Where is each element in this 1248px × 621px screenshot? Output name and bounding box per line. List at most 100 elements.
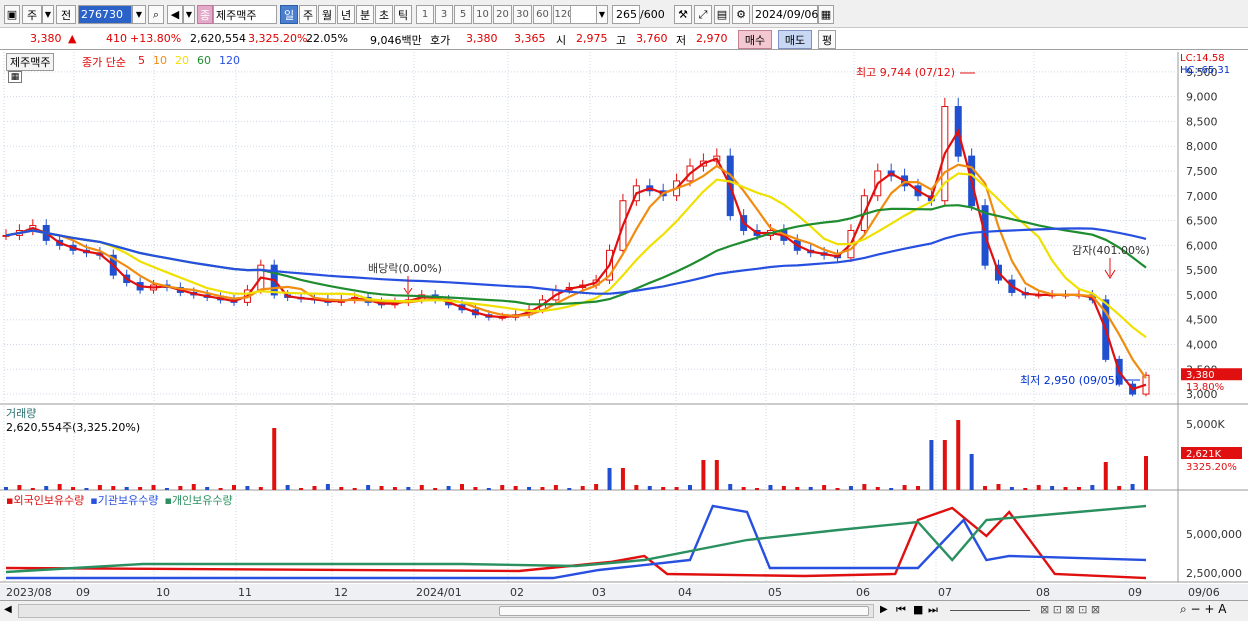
minute-button[interactable]: 1 — [416, 5, 434, 24]
volume-bar — [1050, 486, 1055, 490]
x-tick-label: 2024/01 — [416, 586, 462, 599]
speaker-icon[interactable]: ◀ — [167, 5, 183, 24]
bid-label: 호가 — [430, 34, 451, 47]
volume-bar — [594, 484, 599, 490]
volume-bar — [647, 486, 652, 490]
minute-button[interactable]: 20 — [493, 5, 512, 24]
stock-tag[interactable]: 제주맥주 — [6, 53, 55, 71]
chart-scrollbar[interactable]: ◀ ▶ ⏮ ■ ⏭ ⊠ ⊡ ⊠ ⊡ ⊠ ⌕ − + A — [0, 600, 1248, 621]
eval-button[interactable]: 평 — [818, 30, 836, 49]
save-icon[interactable]: ▤ — [714, 5, 730, 24]
minute-button[interactable]: 3 — [435, 5, 453, 24]
capital-reduction-annotation: 감자(401.00%) — [1072, 244, 1150, 257]
volume-bar — [339, 487, 344, 490]
volume-summary: 2,620,554주(3,325.20%) — [6, 421, 141, 434]
period-button[interactable]: 년 — [337, 5, 355, 24]
y-tick-label: 8,500 — [1186, 115, 1218, 128]
stop-icon[interactable]: ■ — [913, 603, 923, 616]
volume-bar — [111, 486, 116, 490]
sell-button[interactable]: 매도 — [778, 30, 812, 49]
bid-price: 3,365 — [514, 32, 546, 45]
volume-bar — [4, 487, 8, 490]
volume-bar — [553, 485, 558, 490]
volume-bar — [1144, 456, 1148, 490]
volume-bar — [419, 485, 424, 490]
volume-bar — [1009, 487, 1014, 490]
y-tick-label: 7,500 — [1186, 165, 1218, 178]
ma-legend-item: 120 — [219, 54, 240, 67]
scroll-right-icon[interactable]: ▶ — [880, 604, 888, 615]
type-select[interactable]: 주 — [22, 5, 42, 24]
count-input[interactable]: 265 — [612, 5, 640, 24]
period-button[interactable]: 월 — [318, 5, 336, 24]
code-dropdown-icon[interactable]: ▼ — [132, 5, 146, 24]
line-draw-icon[interactable]: ⤢ — [694, 5, 712, 24]
period-button[interactable]: 주 — [299, 5, 317, 24]
stock-chart[interactable]: 9,5009,0008,5008,0007,5007,0006,5006,000… — [0, 50, 1248, 600]
date-input[interactable]: 2024/09/06 — [752, 5, 818, 24]
minute-button[interactable]: 10 — [473, 5, 492, 24]
ma-legend-item: 60 — [197, 54, 211, 67]
volume-bar — [835, 488, 840, 490]
scroll-end-icon[interactable]: ⏭ — [928, 603, 938, 617]
volume-bar — [634, 485, 639, 490]
volume-bar — [714, 460, 719, 490]
scroll-start-icon[interactable]: ⏮ — [896, 603, 906, 617]
type-dropdown-icon[interactable]: ▼ — [42, 5, 54, 24]
zoom-controls-icon[interactable]: ⊠ ⊡ ⊠ ⊡ ⊠ — [1040, 603, 1100, 616]
prev-button[interactable]: 전 — [56, 5, 76, 24]
period-button[interactable]: 일 — [280, 5, 298, 24]
volume-bar — [540, 487, 545, 490]
period-button[interactable]: 분 — [356, 5, 374, 24]
layout-icon[interactable]: ▣ — [4, 5, 20, 24]
volume-bar — [1090, 485, 1095, 490]
scroll-track[interactable] — [18, 604, 874, 618]
search-icon[interactable]: ⌕ — [148, 5, 164, 24]
buy-button[interactable]: 매수 — [738, 30, 772, 49]
period-button[interactable]: 초 — [375, 5, 393, 24]
volume-bar — [996, 484, 1001, 490]
minute-button[interactable]: 60 — [533, 5, 552, 24]
chart-tools-icon[interactable]: ⚒ — [674, 5, 692, 24]
volume-bar — [299, 488, 304, 490]
gear-icon[interactable]: ⚙ — [732, 5, 750, 24]
volume-bar — [889, 488, 894, 490]
volume-bar — [902, 485, 907, 490]
volume-bar — [1076, 487, 1081, 490]
tick-dropdown-icon[interactable]: ▼ — [596, 5, 608, 24]
volume-bar — [178, 486, 183, 490]
x-tick-label: 09 — [76, 586, 90, 599]
volume-bar — [620, 468, 625, 490]
y-tick-label: 5,500 — [1186, 264, 1218, 277]
x-tick-label: 04 — [678, 586, 692, 599]
calendar-icon[interactable]: ▦ — [818, 5, 834, 24]
volume-bar — [567, 488, 572, 490]
volume-pct-label: 3325.20% — [1186, 462, 1237, 473]
zoom-icons[interactable]: ⌕ − + A — [1180, 602, 1226, 617]
scroll-left-icon[interactable]: ◀ — [4, 604, 12, 615]
period-button[interactable]: 틱 — [394, 5, 412, 24]
high-annotation: 최고 9,744 (07/12) — [856, 66, 955, 79]
company-name: 제주맥주 — [213, 5, 277, 24]
code-input[interactable]: 276730 — [78, 5, 132, 24]
x-tick-label: 03 — [592, 586, 606, 599]
minute-button[interactable]: 5 — [454, 5, 472, 24]
scroll-thumb[interactable] — [499, 606, 869, 616]
volume-bar — [1036, 485, 1041, 490]
volume-bar — [916, 486, 920, 490]
volume-bar — [500, 485, 505, 490]
volume-bar — [688, 485, 692, 490]
volume-bar — [1023, 488, 1028, 490]
volume-bar — [218, 488, 223, 490]
zoom-slider[interactable] — [950, 610, 1030, 611]
minute-button[interactable]: 30 — [513, 5, 532, 24]
volume-bar — [57, 484, 62, 490]
x-tick-label: 06 — [856, 586, 870, 599]
ma-legend-item: 20 — [175, 54, 189, 67]
calculator-icon[interactable]: ▦ — [8, 71, 22, 83]
volume-bar — [17, 485, 22, 490]
volume-bar — [781, 486, 786, 490]
speaker-dropdown-icon[interactable]: ▼ — [183, 5, 195, 24]
volume-bar — [486, 488, 491, 490]
price-change: 410 — [106, 32, 127, 45]
